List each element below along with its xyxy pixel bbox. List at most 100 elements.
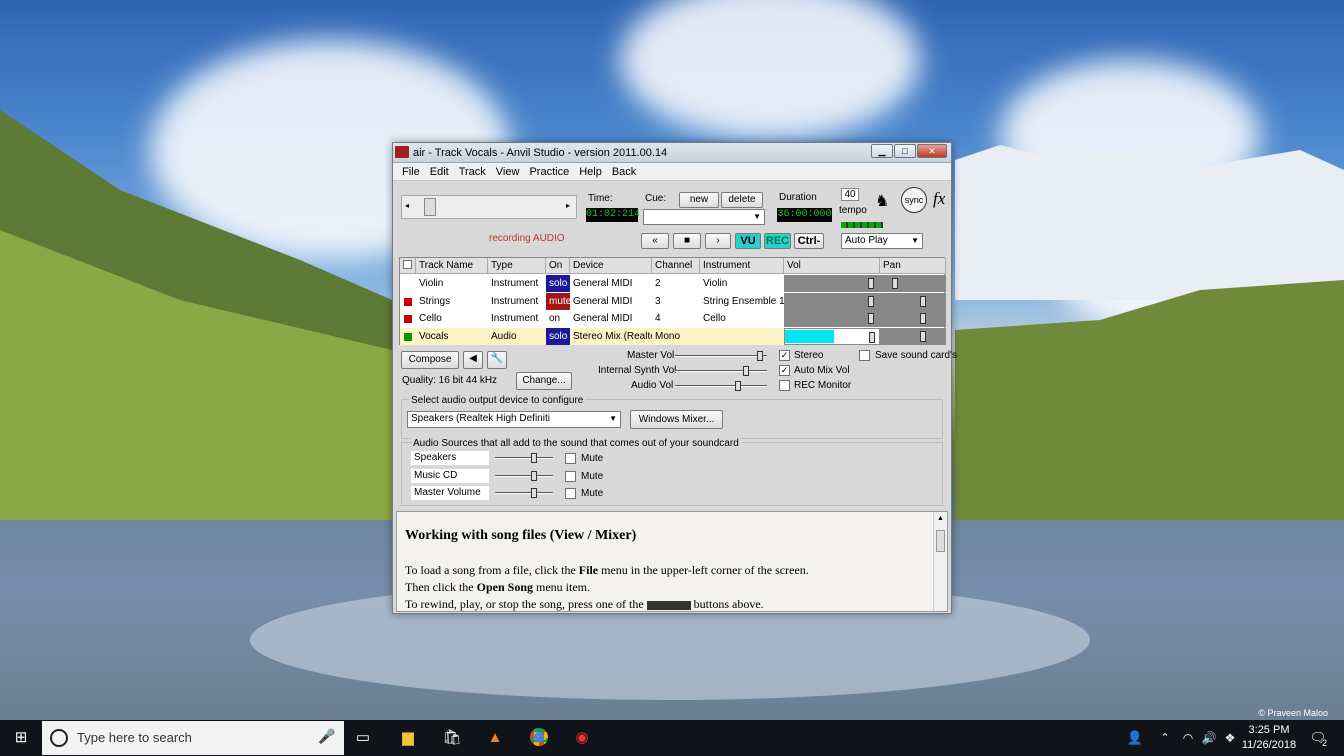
scroll-up-icon[interactable]: ▲ bbox=[937, 514, 944, 522]
track-vol-slider[interactable] bbox=[784, 275, 880, 292]
volume-icon[interactable]: 🔊 bbox=[1199, 728, 1219, 748]
dropbox-icon[interactable]: ❖ bbox=[1220, 728, 1240, 748]
menu-help[interactable]: Help bbox=[574, 163, 607, 180]
track-name-cell[interactable]: Vocals bbox=[416, 328, 488, 345]
source-volume-thumb[interactable] bbox=[531, 470, 537, 481]
track-row[interactable]: Strings Instrument mute General MIDI 3 String… bbox=[400, 292, 946, 310]
scroll-right-icon[interactable]: ▸ bbox=[566, 201, 570, 210]
audio-vol-thumb[interactable] bbox=[735, 381, 741, 391]
vol-thumb[interactable] bbox=[869, 331, 875, 343]
track-type-cell[interactable]: Instrument bbox=[488, 310, 546, 327]
auto-mix-checkbox[interactable]: ✓ bbox=[779, 365, 790, 376]
track-channel-cell[interactable]: 4 bbox=[652, 310, 700, 327]
track-name-cell[interactable]: Strings bbox=[416, 293, 488, 310]
windows-start-icon[interactable]: ⊞ bbox=[11, 728, 31, 748]
header-type[interactable]: Type bbox=[488, 258, 546, 274]
header-pan[interactable]: Pan bbox=[880, 258, 946, 274]
microphone-icon[interactable]: 🎤 bbox=[318, 728, 335, 745]
pan-thumb[interactable] bbox=[920, 313, 926, 324]
vol-thumb[interactable] bbox=[868, 295, 874, 307]
track-pan-slider[interactable] bbox=[880, 275, 946, 292]
pan-thumb[interactable] bbox=[920, 330, 926, 342]
cue-delete-button[interactable]: delete bbox=[721, 192, 763, 208]
header-vol[interactable]: Vol bbox=[784, 258, 880, 274]
people-icon[interactable]: 👤 bbox=[1125, 728, 1145, 748]
track-on-cell[interactable]: solo bbox=[546, 327, 570, 345]
source-volume-thumb[interactable] bbox=[531, 453, 537, 463]
metronome-icon[interactable]: ♞ bbox=[875, 191, 889, 211]
track-name-cell[interactable]: Cello bbox=[416, 310, 488, 327]
menu-track[interactable]: Track bbox=[454, 163, 491, 180]
menu-view[interactable]: View bbox=[491, 163, 525, 180]
track-device-cell[interactable]: Stereo Mix (Realte bbox=[570, 328, 652, 345]
track-vol-slider[interactable] bbox=[784, 292, 880, 310]
track-type-cell[interactable]: Audio bbox=[488, 328, 546, 345]
track-pan-slider[interactable] bbox=[880, 327, 946, 345]
tempo-value[interactable]: 40 bbox=[841, 188, 859, 201]
file-explorer-icon[interactable]: ▆ bbox=[398, 728, 418, 748]
select-all-checkbox[interactable] bbox=[403, 260, 412, 269]
track-device-cell[interactable]: General MIDI bbox=[570, 275, 652, 292]
stop-button[interactable]: ■ bbox=[673, 233, 701, 249]
track-row[interactable]: Vocals Audio solo Stereo Mix (Realte Mono bbox=[400, 327, 946, 345]
pan-thumb[interactable] bbox=[920, 295, 926, 307]
anvil-taskbar-icon[interactable]: ◉ bbox=[572, 728, 592, 748]
track-pan-slider[interactable] bbox=[880, 292, 946, 310]
title-bar[interactable]: air - Track Vocals - Anvil Studio - vers… bbox=[393, 143, 951, 163]
taskbar-search[interactable]: Type here to search 🎤 bbox=[42, 721, 344, 755]
select-all-header[interactable] bbox=[400, 258, 416, 274]
track-instrument-cell[interactable]: Violin bbox=[700, 275, 784, 292]
track-vol-slider[interactable] bbox=[784, 327, 880, 345]
clock-time[interactable]: 3:25 PM bbox=[1240, 724, 1298, 736]
track-on-cell[interactable]: mute bbox=[546, 292, 570, 310]
chrome-icon[interactable] bbox=[529, 728, 549, 748]
source-volume-slider[interactable] bbox=[495, 488, 553, 498]
task-view-icon[interactable]: ▭ bbox=[353, 728, 373, 748]
header-channel[interactable]: Channel bbox=[652, 258, 700, 274]
change-quality-button[interactable]: Change... bbox=[516, 372, 572, 390]
track-instrument-cell[interactable] bbox=[700, 328, 784, 345]
chevron-up-icon[interactable]: ⌃ bbox=[1155, 728, 1175, 748]
minimize-button[interactable]: ▁ bbox=[871, 144, 893, 158]
close-button[interactable]: ✕ bbox=[917, 144, 947, 158]
track-type-cell[interactable]: Instrument bbox=[488, 275, 546, 292]
track-channel-cell[interactable]: 3 bbox=[652, 293, 700, 310]
master-vol-slider[interactable] bbox=[675, 351, 767, 361]
scroll-left-icon[interactable]: ◂ bbox=[405, 201, 409, 210]
vu-button[interactable]: VU bbox=[735, 233, 761, 249]
clock-date[interactable]: 11/26/2018 bbox=[1240, 739, 1298, 751]
cue-new-button[interactable]: new bbox=[679, 192, 719, 208]
scroll-thumb[interactable] bbox=[424, 198, 436, 216]
header-track-name[interactable]: Track Name bbox=[416, 258, 488, 274]
audio-vol-slider[interactable] bbox=[675, 381, 767, 391]
track-instrument-cell[interactable]: Cello bbox=[700, 310, 784, 327]
track-color-swatch[interactable] bbox=[404, 315, 412, 323]
output-device-select[interactable]: Speakers (Realtek High Definiti ▼ bbox=[407, 411, 621, 428]
vol-thumb[interactable] bbox=[868, 278, 874, 289]
speaker-button[interactable]: ◀ bbox=[463, 351, 483, 369]
sync-icon[interactable]: sync bbox=[901, 187, 927, 213]
track-device-cell[interactable]: General MIDI bbox=[570, 293, 652, 310]
autoplay-select[interactable]: Auto Play ▼ bbox=[841, 233, 923, 249]
pan-thumb[interactable] bbox=[892, 278, 898, 289]
wrench-button[interactable]: 🔧 bbox=[487, 351, 507, 369]
track-name-cell[interactable]: Violin bbox=[416, 275, 488, 292]
source-volume-thumb[interactable] bbox=[531, 488, 537, 498]
track-color-swatch[interactable] bbox=[404, 332, 412, 341]
track-channel-cell[interactable]: 2 bbox=[652, 275, 700, 292]
help-scroll-thumb[interactable] bbox=[936, 530, 945, 552]
track-color-swatch[interactable] bbox=[404, 297, 412, 306]
track-type-cell[interactable]: Instrument bbox=[488, 293, 546, 310]
position-scrollbar[interactable]: ◂ ▸ bbox=[401, 195, 577, 219]
header-on[interactable]: On bbox=[546, 258, 570, 274]
rec-button[interactable]: REC bbox=[764, 233, 791, 249]
help-scrollbar[interactable]: ▲ bbox=[933, 512, 947, 611]
rec-monitor-checkbox[interactable] bbox=[779, 380, 790, 391]
source-volume-slider[interactable] bbox=[495, 453, 553, 463]
vol-thumb[interactable] bbox=[868, 313, 874, 324]
ctrl-button[interactable]: Ctrl- bbox=[794, 233, 824, 249]
track-row[interactable]: Cello Instrument on General MIDI 4 Cello bbox=[400, 310, 946, 327]
compose-button[interactable]: Compose bbox=[401, 351, 459, 369]
store-icon[interactable]: 🛍 bbox=[442, 728, 462, 748]
track-on-cell[interactable]: solo bbox=[546, 275, 570, 292]
